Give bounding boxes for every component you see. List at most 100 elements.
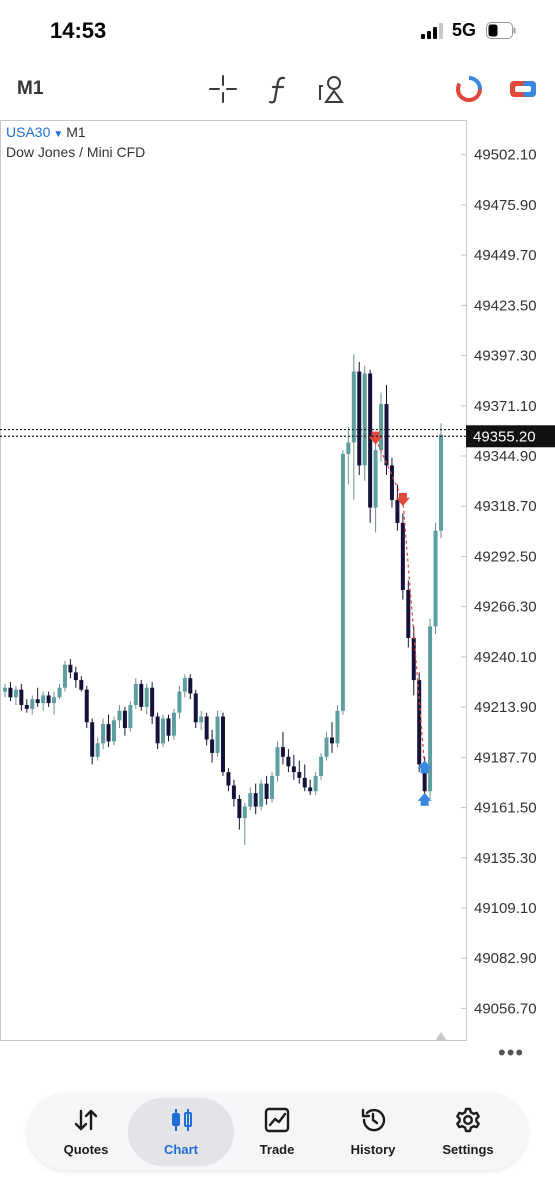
candle-body — [275, 747, 280, 776]
network-label: 5G — [452, 20, 477, 40]
candle-body — [439, 434, 443, 531]
symbol-name[interactable]: USA30 — [6, 124, 50, 140]
candle-body — [35, 699, 40, 704]
price-axis-label: 49056.70 — [474, 1000, 537, 1017]
more-icon[interactable]: ••• — [498, 1040, 524, 1066]
price-axis-label: 49187.70 — [474, 749, 537, 766]
price-axis-label: 49475.90 — [474, 197, 537, 214]
candle-body — [406, 590, 411, 638]
candle-body — [19, 689, 24, 705]
timeframe-button[interactable]: M1 — [17, 78, 43, 100]
tab-quotes[interactable]: Quotes — [36, 1094, 136, 1170]
candle-body — [215, 716, 220, 753]
candle-body — [351, 371, 356, 443]
candle-body — [193, 693, 198, 723]
candle-body — [286, 756, 291, 767]
current-price-label: 49355.20 — [473, 428, 536, 445]
candle-body — [199, 716, 204, 723]
candle-body — [3, 687, 7, 692]
scroll-end-icon[interactable] — [435, 1032, 447, 1041]
candle-body — [395, 499, 400, 523]
tab-settings[interactable]: Settings — [418, 1094, 518, 1170]
candle-body — [128, 705, 133, 728]
candle-body — [302, 777, 307, 788]
candle-body — [335, 710, 340, 744]
candle-body — [237, 798, 242, 819]
price-axis-label: 49292.50 — [474, 548, 537, 565]
candle-body — [84, 689, 89, 723]
trade-icon[interactable] — [506, 72, 540, 106]
candle-body — [177, 691, 182, 713]
symbol-description: Dow Jones / Mini CFD — [6, 144, 146, 160]
time-axis-label: 27 Apr 16:37 — [378, 1069, 458, 1070]
candle-body — [57, 687, 62, 698]
candle-body — [95, 743, 100, 757]
buy-arrow-icon[interactable] — [417, 792, 432, 806]
candle-body — [368, 373, 373, 508]
price-chart[interactable]: 49502.10 49475.90 49449.70 49423.50 49397.30… — [0, 120, 555, 1070]
candle-body — [384, 404, 389, 466]
candle-body — [308, 787, 313, 792]
price-axis-label: 49449.70 — [474, 247, 537, 264]
candle-body — [253, 793, 258, 807]
candle-body — [330, 737, 334, 744]
candle-body — [112, 720, 116, 742]
quotes-arrows-icon — [74, 1109, 98, 1131]
chart-timeframe: M1 — [66, 124, 86, 140]
symbol-dropdown-icon[interactable]: ▼ — [53, 129, 63, 140]
candle-body — [8, 687, 13, 698]
status-bar: 14:53 5G — [0, 0, 555, 60]
price-axis-label: 49161.50 — [474, 800, 537, 817]
tab-label: History — [350, 1142, 396, 1157]
status-time: 14:53 — [50, 18, 107, 43]
candle-body — [210, 739, 215, 753]
candle-body — [30, 699, 35, 709]
candle-body — [133, 683, 138, 705]
crosshair-icon[interactable] — [206, 72, 240, 106]
signal-icon — [421, 23, 443, 39]
candle-body — [52, 697, 57, 704]
candle-body — [41, 695, 46, 704]
time-axis-label: 27 Apr 15:01 — [4, 1069, 84, 1070]
candle-body — [319, 756, 324, 776]
tab-chart[interactable]: Chart — [128, 1094, 234, 1170]
candle-body — [270, 775, 275, 799]
candles-icon — [172, 1109, 192, 1131]
candle-body — [248, 793, 253, 807]
bottom-tab-bar: Quotes Chart Trade History Settings — [28, 1094, 527, 1170]
candle-body — [340, 453, 345, 711]
chart-settings-icon[interactable] — [452, 72, 486, 106]
candle-body — [346, 442, 351, 454]
candle-body — [24, 705, 29, 709]
function-icon[interactable] — [262, 72, 296, 106]
price-axis-label: 49213.90 — [474, 699, 537, 716]
candle-body — [357, 371, 362, 466]
trade-chart-icon — [264, 1107, 290, 1133]
candle-body — [362, 373, 367, 466]
candle-body — [389, 465, 394, 500]
candle-body — [242, 806, 247, 819]
plot-border — [0, 120, 467, 1041]
candle-body — [188, 678, 193, 694]
candle-body — [204, 716, 209, 740]
price-axis-label: 49397.30 — [474, 348, 537, 365]
candle-body — [13, 689, 18, 698]
battery-icon — [486, 22, 516, 39]
candle-body — [264, 783, 269, 799]
chart-canvas[interactable]: 49502.10 49475.90 49449.70 49423.50 49397.30… — [0, 120, 555, 1070]
objects-icon[interactable] — [314, 72, 348, 106]
candle-body — [231, 785, 236, 799]
tab-trade[interactable]: Trade — [227, 1094, 327, 1170]
candle-body — [291, 766, 296, 773]
tab-history[interactable]: History — [323, 1094, 423, 1170]
time-axis-label: 27 Apr 15:33 — [129, 1069, 209, 1070]
candle-body — [171, 712, 176, 736]
candle-body — [62, 664, 67, 688]
candle-body — [379, 404, 384, 451]
price-axis-label: 49423.50 — [474, 297, 537, 314]
price-axis-label: 49082.90 — [474, 950, 537, 967]
candle-body — [68, 664, 73, 673]
candle-body — [373, 450, 378, 508]
symbol-header[interactable]: USA30 ▼ M1 — [6, 124, 86, 140]
tab-label: Chart — [164, 1142, 198, 1157]
